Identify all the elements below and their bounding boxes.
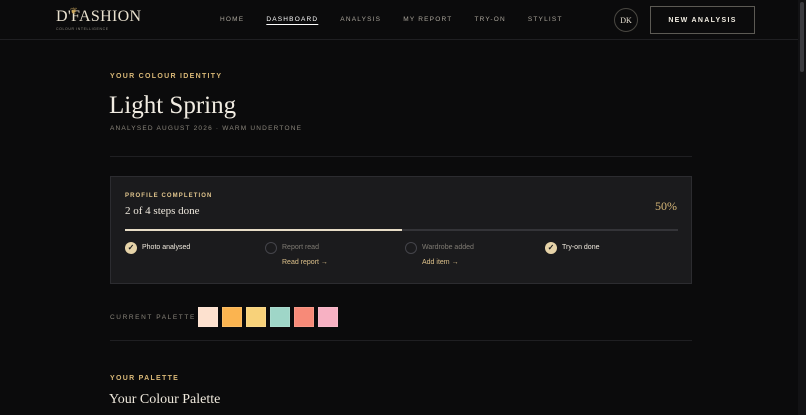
leaf-icon: ❦ bbox=[70, 6, 78, 16]
current-palette-label: CURRENT PALETTE bbox=[110, 314, 196, 321]
palette-swatch[interactable] bbox=[222, 307, 242, 327]
top-navigation-bar: ❦ D'FASHION COLOUR INTELLIGENCE HOME DAS… bbox=[0, 0, 806, 40]
step-label: Try-on done bbox=[562, 244, 600, 251]
palette-swatch[interactable] bbox=[270, 307, 290, 327]
palette-section-title: Your Colour Palette bbox=[109, 392, 221, 407]
profile-completion-card: PROFILE COMPLETION 2 of 4 steps done 50%… bbox=[110, 176, 692, 284]
completion-progress-bar bbox=[125, 229, 678, 231]
step-label: Photo analysed bbox=[142, 244, 191, 251]
user-avatar[interactable]: DK bbox=[614, 8, 638, 32]
page-scrollbar[interactable] bbox=[798, 0, 806, 415]
read-report-link[interactable]: Read report → bbox=[282, 259, 328, 266]
nav-stylist[interactable]: STYLIST bbox=[528, 16, 563, 23]
palette-eyebrow: YOUR PALETTE bbox=[110, 375, 180, 382]
section-divider bbox=[110, 340, 692, 341]
nav-analysis[interactable]: ANALYSIS bbox=[340, 16, 381, 23]
palette-swatch[interactable] bbox=[294, 307, 314, 327]
step-label: Wardrobe added bbox=[422, 244, 474, 251]
nav-home[interactable]: HOME bbox=[220, 16, 244, 23]
nav-my-report[interactable]: MY REPORT bbox=[403, 16, 452, 23]
palette-swatch[interactable] bbox=[318, 307, 338, 327]
current-palette-swatches bbox=[198, 307, 342, 327]
scrollbar-thumb[interactable] bbox=[800, 2, 804, 72]
empty-circle-icon bbox=[405, 242, 417, 254]
add-item-link[interactable]: Add item → bbox=[422, 259, 459, 266]
new-analysis-button[interactable]: NEW ANALYSIS bbox=[650, 6, 755, 34]
empty-circle-icon bbox=[265, 242, 277, 254]
nav-try-on[interactable]: TRY-ON bbox=[474, 16, 505, 23]
completion-progress-fill bbox=[125, 229, 402, 231]
brand-logo[interactable]: ❦ D'FASHION COLOUR INTELLIGENCE bbox=[56, 6, 142, 34]
check-icon: ✓ bbox=[545, 242, 557, 254]
nav-dashboard[interactable]: DASHBOARD bbox=[266, 16, 318, 23]
identity-eyebrow: YOUR COLOUR IDENTITY bbox=[110, 73, 223, 80]
step-label: Report read bbox=[282, 244, 319, 251]
palette-swatch[interactable] bbox=[198, 307, 218, 327]
completion-label: PROFILE COMPLETION bbox=[125, 193, 213, 199]
main-nav: HOME DASHBOARD ANALYSIS MY REPORT TRY-ON… bbox=[220, 16, 585, 23]
analysis-subtitle: ANALYSED AUGUST 2026 · WARM UNDERTONE bbox=[110, 125, 303, 132]
section-divider bbox=[110, 156, 692, 157]
logo-tagline: COLOUR INTELLIGENCE bbox=[56, 27, 109, 31]
palette-swatch[interactable] bbox=[246, 307, 266, 327]
check-icon: ✓ bbox=[125, 242, 137, 254]
season-title: Light Spring bbox=[109, 92, 237, 119]
completion-steps-text: 2 of 4 steps done bbox=[125, 205, 200, 217]
completion-percent: 50% bbox=[655, 199, 677, 213]
logo-text: D'FASHION bbox=[56, 8, 142, 25]
